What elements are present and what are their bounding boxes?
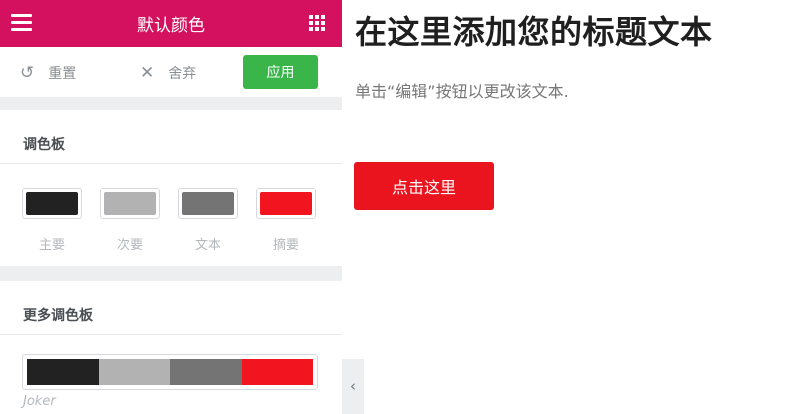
global-colors-panel: 默认颜色 ↺ 重置 ✕ 舍弃 应用 调色板 主要 次要 文本 摘要 更多调色板 … <box>0 0 342 414</box>
swatch-accent[interactable] <box>256 188 316 219</box>
panel-header: 默认颜色 <box>0 0 342 47</box>
reset-button[interactable]: ↺ 重置 <box>20 63 76 83</box>
swatch-secondary[interactable] <box>100 188 160 219</box>
palette-color-2 <box>98 359 170 385</box>
reset-label: 重置 <box>48 66 77 82</box>
more-palettes-section: 更多调色板 Joker <box>0 281 342 414</box>
page-paragraph[interactable]: 单击“编辑”按钮以更改该文本. <box>355 78 569 102</box>
apply-button[interactable]: 应用 <box>243 55 318 89</box>
discard-button[interactable]: ✕ 舍弃 <box>140 63 196 83</box>
panel-toolbar: ↺ 重置 ✕ 舍弃 应用 <box>0 47 342 97</box>
chevron-left-icon: ‹ <box>350 377 356 395</box>
palette-section: 调色板 主要 次要 文本 摘要 <box>0 110 342 266</box>
click-here-button[interactable]: 点击这里 <box>354 162 494 210</box>
app-root: 默认颜色 ↺ 重置 ✕ 舍弃 应用 调色板 主要 次要 文本 摘要 更多调色板 … <box>0 0 800 414</box>
collapse-panel-handle[interactable]: ‹ <box>342 359 364 414</box>
apps-grid-icon[interactable] <box>309 15 326 32</box>
page-heading[interactable]: 在这里添加您的标题文本 <box>355 7 713 53</box>
panel-title: 默认颜色 <box>137 16 205 36</box>
swatch-text[interactable] <box>178 188 238 219</box>
swatch-label-text: 文本 <box>194 238 221 253</box>
undo-icon: ↺ <box>20 62 35 83</box>
palette-color-1 <box>27 359 99 385</box>
swatch-label-primary: 主要 <box>38 238 65 253</box>
swatch-primary[interactable] <box>22 188 82 219</box>
palette-name: Joker <box>23 394 56 409</box>
more-palettes-title: 更多调色板 <box>0 281 342 335</box>
swatch-label-accent: 摘要 <box>272 238 299 253</box>
discard-label: 舍弃 <box>168 66 197 82</box>
swatch-label-secondary: 次要 <box>116 238 143 253</box>
page-preview: 在这里添加您的标题文本 单击“编辑”按钮以更改该文本. 点击这里 <box>342 0 800 414</box>
swatch-row: 主要 次要 文本 摘要 <box>0 164 342 264</box>
palette-joker[interactable] <box>22 354 318 390</box>
close-icon: ✕ <box>140 62 155 83</box>
palette-color-4 <box>241 359 313 385</box>
palette-color-3 <box>170 359 242 385</box>
palette-section-title: 调色板 <box>0 110 342 164</box>
